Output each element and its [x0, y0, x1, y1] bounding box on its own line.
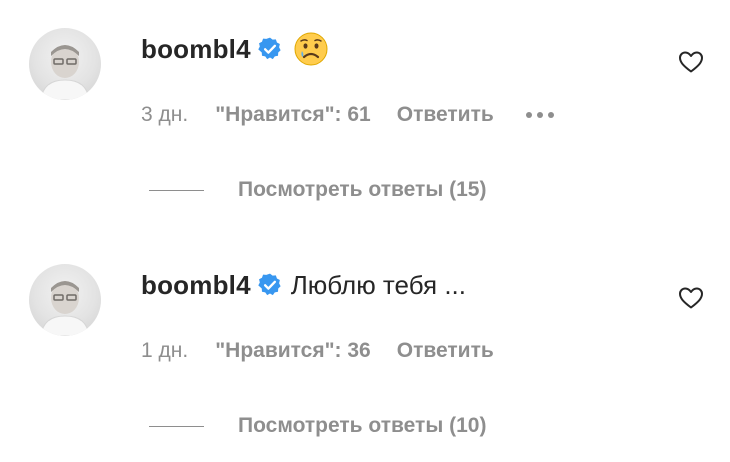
heart-outline-icon[interactable]: [678, 286, 704, 310]
comment: boombl4 3 дн. "Нравится": 61 Ответить По…: [0, 0, 730, 226]
heart-outline-icon[interactable]: [678, 50, 704, 74]
avatar[interactable]: [29, 264, 101, 336]
avatar[interactable]: [29, 28, 101, 100]
avatar-image: [40, 281, 90, 336]
username[interactable]: boombl4: [141, 34, 251, 65]
comment-meta: 3 дн. "Нравится": 61 Ответить: [141, 103, 554, 127]
comment-text: Люблю тебя ...: [290, 269, 466, 300]
comment-header: boombl4 Люблю тебя ...: [141, 268, 466, 302]
reply-button[interactable]: Ответить: [397, 103, 494, 127]
view-replies-button[interactable]: Посмотреть ответы (10): [238, 414, 486, 438]
avatar-image: [40, 45, 90, 100]
view-replies-button[interactable]: Посмотреть ответы (15): [238, 178, 486, 202]
comment-header: boombl4: [141, 32, 329, 66]
comment: boombl4 Люблю тебя ... 1 дн. "Нравится":…: [0, 236, 730, 462]
more-options-icon[interactable]: [525, 112, 554, 118]
comment-timestamp[interactable]: 3 дн.: [141, 103, 188, 127]
comment-meta: 1 дн. "Нравится": 36 Ответить: [141, 339, 494, 363]
replies-divider: [149, 189, 204, 191]
view-replies-row: Посмотреть ответы (10): [149, 414, 486, 438]
view-replies-row: Посмотреть ответы (15): [149, 178, 486, 202]
verified-badge-icon: [257, 272, 283, 298]
username[interactable]: boombl4: [141, 270, 251, 301]
reply-button[interactable]: Ответить: [397, 339, 494, 363]
replies-divider: [149, 425, 204, 427]
verified-badge-icon: [257, 36, 283, 62]
likes-count[interactable]: "Нравится": 36: [215, 339, 371, 363]
sad-face-emoji: [293, 31, 329, 67]
likes-count[interactable]: "Нравится": 61: [215, 103, 371, 127]
comment-timestamp[interactable]: 1 дн.: [141, 339, 188, 363]
